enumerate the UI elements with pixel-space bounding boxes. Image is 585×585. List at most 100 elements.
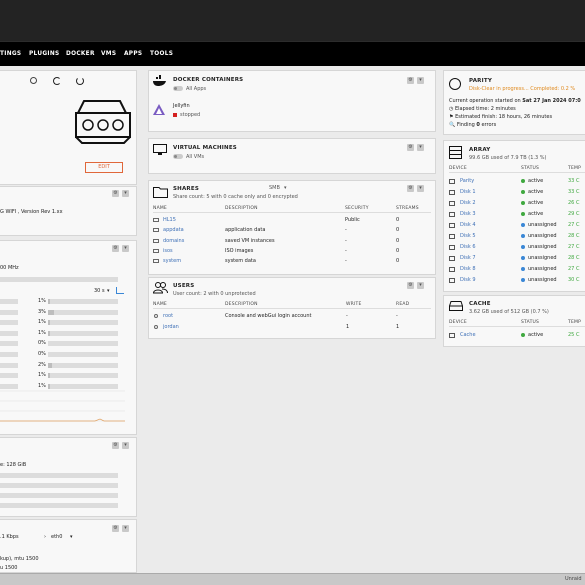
device-temp: 27 C: [568, 266, 580, 272]
gauge-icon: [449, 78, 461, 90]
user-name[interactable]: root: [163, 313, 173, 319]
share-name[interactable]: isos: [163, 248, 173, 254]
user-name[interactable]: jordan: [163, 324, 179, 330]
nav-settings[interactable]: TINGS: [0, 51, 21, 57]
status-dot-icon: [521, 201, 525, 205]
panel-collapse-button[interactable]: ▾: [417, 144, 424, 151]
folder-icon: [153, 238, 159, 243]
col-temp: TEMP: [568, 320, 581, 325]
col-read: READ: [396, 302, 410, 307]
refresh-interval-select[interactable]: 30 s: [94, 288, 105, 294]
cpu-core-usage: 0%: [38, 351, 46, 357]
col-security: SECURITY: [345, 206, 369, 211]
cpu-thread-bar: [48, 341, 118, 347]
device-name[interactable]: Disk 5: [460, 233, 476, 239]
user-read: -: [396, 313, 398, 319]
user-description: Console and webGui login account: [225, 313, 312, 319]
panel-collapse-button[interactable]: ▾: [417, 185, 424, 192]
status-dot-icon: [521, 256, 525, 260]
col-write: WRITE: [346, 302, 362, 307]
cpu-core-bar: [0, 341, 18, 347]
cpu-core-usage: 2%: [38, 361, 46, 368]
device-name[interactable]: Parity: [460, 178, 474, 184]
device-name[interactable]: Disk 1: [460, 189, 476, 195]
disk-icon: [449, 278, 455, 283]
refresh-icon[interactable]: [53, 77, 61, 85]
nav-vms[interactable]: VMS: [101, 51, 116, 57]
drive-icon: [449, 301, 463, 311]
panel-collapse-button[interactable]: ▾: [122, 190, 129, 197]
protocol-select[interactable]: SMB: [269, 185, 280, 191]
all-vms-toggle[interactable]: [173, 154, 183, 159]
cpu-core-usage: 3%: [38, 308, 46, 315]
device-name[interactable]: Cache: [460, 332, 476, 338]
nav-apps[interactable]: APPS: [124, 51, 142, 57]
share-name[interactable]: system: [163, 258, 181, 264]
share-name[interactable]: domains: [163, 238, 184, 244]
panel-settings-button[interactable]: ⚙: [112, 190, 119, 197]
col-name: NAME: [153, 206, 167, 211]
parity-errors: 🔍 Finding 0 errors: [449, 122, 497, 128]
dropdown-arrow-icon: ▾: [70, 534, 73, 540]
share-streams: 0: [396, 258, 400, 265]
share-name[interactable]: HL15: [163, 217, 176, 223]
chart-icon[interactable]: [116, 287, 124, 294]
nav-plugins[interactable]: PLUGINS: [29, 51, 59, 57]
panel-settings-button[interactable]: ⚙: [407, 77, 414, 84]
shares-title: SHARES: [173, 186, 199, 192]
col-description: DESCRIPTION: [225, 302, 258, 307]
cpu-core-usage: 1%: [38, 319, 46, 326]
users-title: USERS: [173, 283, 195, 289]
users-icon: [153, 282, 168, 294]
panel-settings-button[interactable]: ⚙: [407, 185, 414, 192]
disk-icon: [449, 212, 455, 217]
device-name[interactable]: Disk 6: [460, 244, 476, 250]
jellyfin-icon[interactable]: [153, 104, 165, 116]
nav-tools[interactable]: TOOLS: [150, 51, 173, 57]
container-name[interactable]: Jellyfin: [173, 103, 190, 109]
finish-text: Estimated finish: 18 hours, 26 minutes: [455, 114, 553, 120]
device-name[interactable]: Disk 8: [460, 266, 476, 272]
disk-icon: [449, 245, 455, 250]
panel-settings-button[interactable]: ⚙: [407, 282, 414, 289]
share-description: application data: [225, 227, 266, 234]
device-temp: 28 C: [568, 255, 580, 261]
device-status: unassigned: [528, 233, 557, 239]
users-summary: User count: 2 with 0 unprotected: [173, 291, 256, 297]
panel-settings-button[interactable]: ⚙: [112, 245, 119, 252]
network-speed: .1 Kbps: [0, 534, 19, 540]
errors-suffix: errors: [479, 122, 497, 128]
interface-select[interactable]: eth0: [51, 534, 62, 540]
panel-settings-button[interactable]: ⚙: [112, 525, 119, 532]
all-apps-label: All Apps: [186, 86, 207, 92]
device-name[interactable]: Disk 7: [460, 255, 476, 261]
device-name[interactable]: Disk 2: [460, 200, 476, 206]
all-apps-toggle[interactable]: [173, 86, 183, 91]
disk-icon: [449, 190, 455, 195]
share-description: saved VM instances: [225, 237, 275, 244]
device-name[interactable]: Disk 3: [460, 211, 476, 217]
panel-collapse-button[interactable]: ▾: [417, 282, 424, 289]
cpu-thread-bar: [48, 362, 118, 368]
disk-icon: [449, 201, 455, 206]
panel-collapse-button[interactable]: ▾: [122, 245, 129, 252]
panel-settings-button[interactable]: ⚙: [112, 442, 119, 449]
cpu-core-usage: 1%: [38, 298, 46, 304]
share-name[interactable]: appdata: [163, 227, 184, 233]
status-bar: Unraid: [0, 573, 585, 585]
device-name[interactable]: Disk 4: [460, 222, 476, 228]
settings-icon[interactable]: [30, 77, 37, 84]
edit-button[interactable]: EDIT: [85, 162, 123, 173]
device-status: unassigned: [528, 266, 557, 272]
panel-collapse-button[interactable]: ▾: [122, 442, 129, 449]
panel-settings-button[interactable]: ⚙: [407, 144, 414, 151]
dropdown-arrow-icon: ▾: [107, 288, 110, 294]
docker-title: DOCKER CONTAINERS: [173, 77, 244, 83]
panel-collapse-button[interactable]: ▾: [417, 77, 424, 84]
cpu-history-chart: [0, 390, 125, 422]
device-name[interactable]: Disk 9: [460, 277, 476, 283]
power-icon[interactable]: [76, 77, 84, 85]
panel-collapse-button[interactable]: ▾: [122, 525, 129, 532]
user-icon: [154, 314, 158, 318]
nav-docker[interactable]: DOCKER: [66, 51, 95, 57]
